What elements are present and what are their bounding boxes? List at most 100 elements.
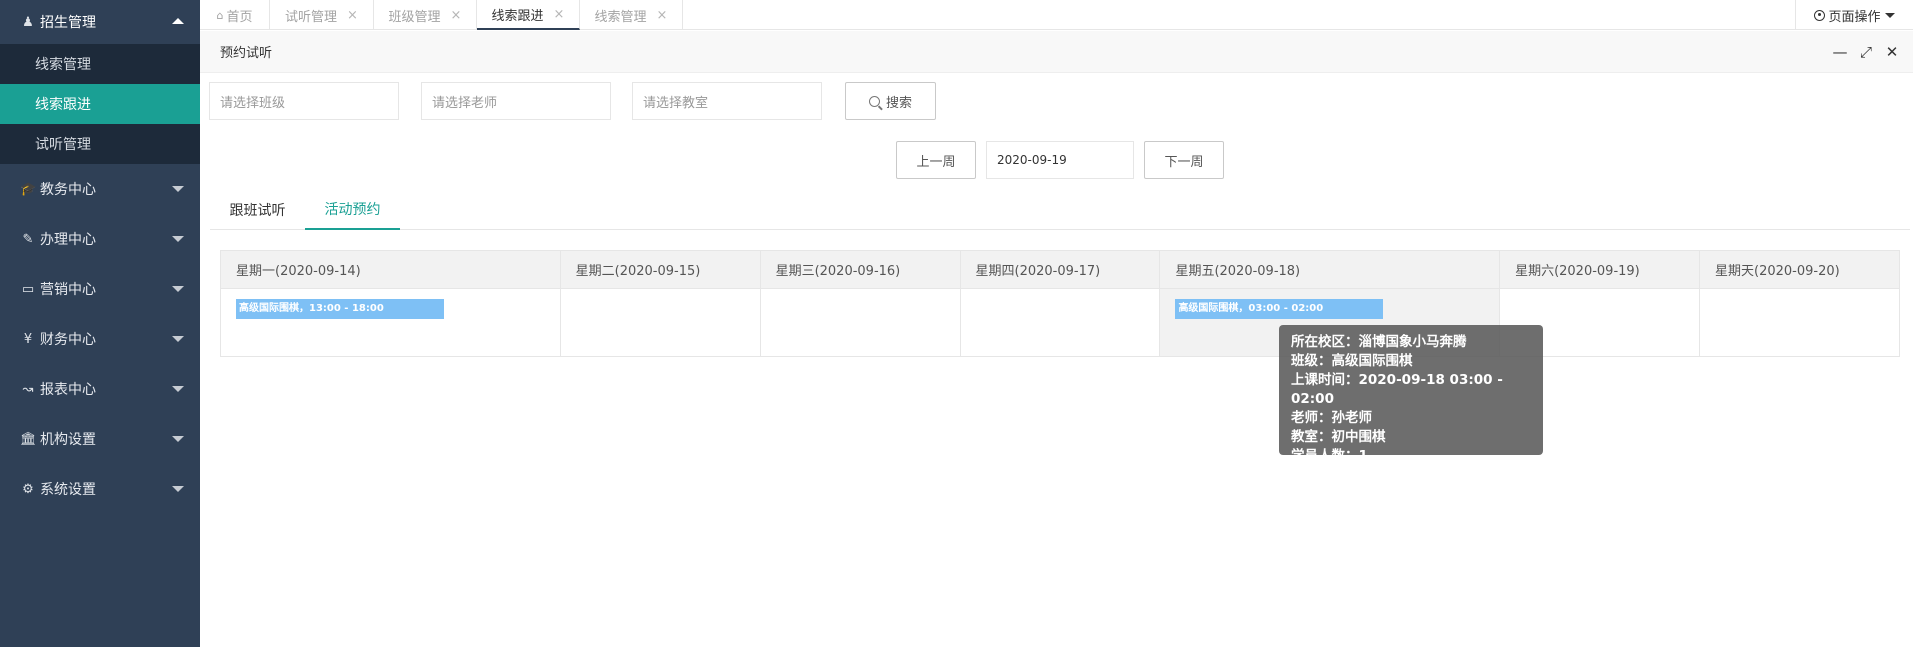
search-button-label: 搜索 xyxy=(885,95,912,111)
event-tooltip: 所在校区：淄博国象小马奔腾 班级：高级国际围棋 上课时间：2020-09-18 … xyxy=(1279,325,1543,464)
week-date-value: 2020-09-19 xyxy=(997,153,1067,167)
tab-lead-management[interactable]: 线索管理 × xyxy=(580,0,683,30)
prev-week-button[interactable]: 上一周 xyxy=(896,141,976,179)
tab-home[interactable]: ⌂ 首页 xyxy=(200,0,270,30)
day-cell-sun xyxy=(1699,288,1900,357)
day-header: 星期天(2020-09-20) xyxy=(1699,250,1900,289)
panel-title: 预约试听 xyxy=(220,46,273,61)
tab-lead-followup[interactable]: 线索跟进 × xyxy=(477,0,580,30)
tab-bar: ⌂ 首页 试听管理 × 班级管理 × 线索跟进 × 线索管理 × 页面操作 xyxy=(200,0,1913,30)
nav-group-academic[interactable]: 🎓 教务中心 xyxy=(0,164,200,214)
day-header: 星期五(2020-09-18) xyxy=(1159,250,1501,289)
schedule-header-row: 星期一(2020-09-14) 星期二(2020-09-15) 星期三(2020… xyxy=(220,250,1900,289)
nav-group-label: 财务中心 xyxy=(40,332,96,348)
chevron-down-icon xyxy=(1884,12,1895,18)
day-header: 星期三(2020-09-16) xyxy=(759,250,961,289)
tab-trial-management[interactable]: 试听管理 × xyxy=(270,0,374,30)
user-tie-icon: ♟ xyxy=(22,14,34,30)
nav-group-label: 营销中心 xyxy=(40,282,96,298)
panel-header: 预约试听 — ⤢ ✕ xyxy=(200,31,1913,73)
submenu: 线索管理 线索跟进 试听管理 xyxy=(0,44,200,164)
chevron-down-icon xyxy=(172,336,184,342)
sidebar-item-label: 线索管理 xyxy=(35,57,91,73)
close-icon[interactable]: × xyxy=(451,8,462,23)
chevron-down-icon xyxy=(172,186,184,192)
tab-class-trial[interactable]: 跟班试听 xyxy=(210,190,305,230)
nav-group-label: 招生管理 xyxy=(40,15,96,31)
tab-label: 线索跟进 xyxy=(491,8,544,24)
chevron-up-icon xyxy=(172,18,184,24)
sidebar-item-leads[interactable]: 线索管理 xyxy=(0,44,200,84)
sidebar-item-lead-followup[interactable]: 线索跟进 xyxy=(0,84,200,124)
event-block[interactable]: 高级国际围棋，13:00 - 18:00 xyxy=(236,299,444,319)
class-select-placeholder: 请选择班级 xyxy=(220,95,286,111)
room-select-placeholder: 请选择教室 xyxy=(643,95,709,111)
day-header: 星期四(2020-09-17) xyxy=(959,250,1161,289)
day-header: 星期一(2020-09-14) xyxy=(220,250,561,289)
schedule-row: 高级国际围棋，13:00 - 18:00 高级国际围棋，03:00 - 02:0… xyxy=(220,288,1900,357)
nav-group-handling[interactable]: ✎ 办理中心 xyxy=(0,214,200,264)
tab-activity-booking[interactable]: 活动预约 xyxy=(305,190,400,230)
line-chart-icon: ↝ xyxy=(22,381,34,397)
teacher-select[interactable]: 请选择老师 xyxy=(421,82,611,120)
nav-group-label: 机构设置 xyxy=(40,432,96,448)
nav-group-org[interactable]: 🏛 机构设置 xyxy=(0,414,200,464)
home-icon: ⌂ xyxy=(216,8,224,22)
week-date-input[interactable]: 2020-09-19 xyxy=(986,141,1134,179)
page-ops-label: 页面操作 xyxy=(1828,9,1881,25)
tooltip-time: 上课时间：2020-09-18 03:00 - 02:00 xyxy=(1291,372,1503,407)
tab-label: 班级管理 xyxy=(388,9,441,25)
nav-group-label: 教务中心 xyxy=(40,182,96,198)
nav-group-system[interactable]: ⚙ 系统设置 xyxy=(0,464,200,514)
nav-group-reports[interactable]: ↝ 报表中心 xyxy=(0,364,200,414)
nav-group-label: 报表中心 xyxy=(40,382,96,398)
edit-icon: ✎ xyxy=(22,231,34,247)
bank-icon: 🏛 xyxy=(20,431,37,447)
gears-icon: ⚙ xyxy=(22,481,34,497)
close-icon[interactable]: × xyxy=(657,8,668,23)
content-tab-label: 跟班试听 xyxy=(229,203,286,219)
teacher-select-placeholder: 请选择老师 xyxy=(432,95,498,111)
minimize-icon[interactable]: — xyxy=(1827,43,1853,61)
nav-group-label: 办理中心 xyxy=(40,232,96,248)
day-cell-tue xyxy=(559,288,761,357)
tab-class-management[interactable]: 班级管理 × xyxy=(374,0,477,30)
page-operations-dropdown[interactable]: 页面操作 xyxy=(1795,0,1913,30)
search-icon xyxy=(868,95,880,107)
content-tab-label: 活动预约 xyxy=(324,202,381,218)
nav-group-finance[interactable]: ¥ 财务中心 xyxy=(0,314,200,364)
chevron-down-icon xyxy=(172,386,184,392)
tooltip-campus: 所在校区：淄博国象小马奔腾 xyxy=(1291,334,1467,350)
close-icon[interactable]: × xyxy=(554,7,565,22)
day-header: 星期二(2020-09-15) xyxy=(559,250,761,289)
sidebar: ♟ 招生管理 线索管理 线索跟进 试听管理 🎓 教务中心 ✎ 办理中心 ▭ 营销… xyxy=(0,0,200,647)
maximize-icon[interactable]: ⤢ xyxy=(1853,43,1879,61)
content-tabs: 跟班试听 活动预约 xyxy=(210,190,1910,230)
event-block[interactable]: 高级国际围棋，03:00 - 02:00 xyxy=(1175,299,1384,319)
chevron-down-icon xyxy=(172,436,184,442)
day-cell-mon: 高级国际围棋，13:00 - 18:00 xyxy=(220,288,561,357)
prev-week-label: 上一周 xyxy=(916,154,956,170)
tooltip-teacher: 老师：孙老师 xyxy=(1291,410,1372,426)
tab-label: 试听管理 xyxy=(285,9,338,25)
room-select[interactable]: 请选择教室 xyxy=(632,82,822,120)
next-week-label: 下一周 xyxy=(1164,154,1204,170)
class-select[interactable]: 请选择班级 xyxy=(209,82,399,120)
sidebar-item-label: 线索跟进 xyxy=(35,97,91,113)
nav-group-label: 系统设置 xyxy=(40,482,96,498)
nav-group-enrollment[interactable]: ♟ 招生管理 xyxy=(0,0,200,44)
sidebar-item-label: 试听管理 xyxy=(35,137,91,153)
close-icon[interactable]: ✕ xyxy=(1879,43,1905,61)
nav-group-marketing[interactable]: ▭ 营销中心 xyxy=(0,264,200,314)
tab-label: 首页 xyxy=(226,9,253,25)
tooltip-class: 班级：高级国际围棋 xyxy=(1291,353,1413,369)
app-root: ♟ 招生管理 线索管理 线索跟进 试听管理 🎓 教务中心 ✎ 办理中心 ▭ 营销… xyxy=(0,0,1913,647)
search-button[interactable]: 搜索 xyxy=(845,82,936,120)
laptop-icon: ▭ xyxy=(21,281,35,297)
tooltip-room: 教室：初中围棋 xyxy=(1291,429,1386,445)
sidebar-item-trial[interactable]: 试听管理 xyxy=(0,124,200,164)
close-icon[interactable]: × xyxy=(347,8,358,23)
yen-icon: ¥ xyxy=(23,331,33,347)
next-week-button[interactable]: 下一周 xyxy=(1144,141,1224,179)
chevron-down-icon xyxy=(172,486,184,492)
